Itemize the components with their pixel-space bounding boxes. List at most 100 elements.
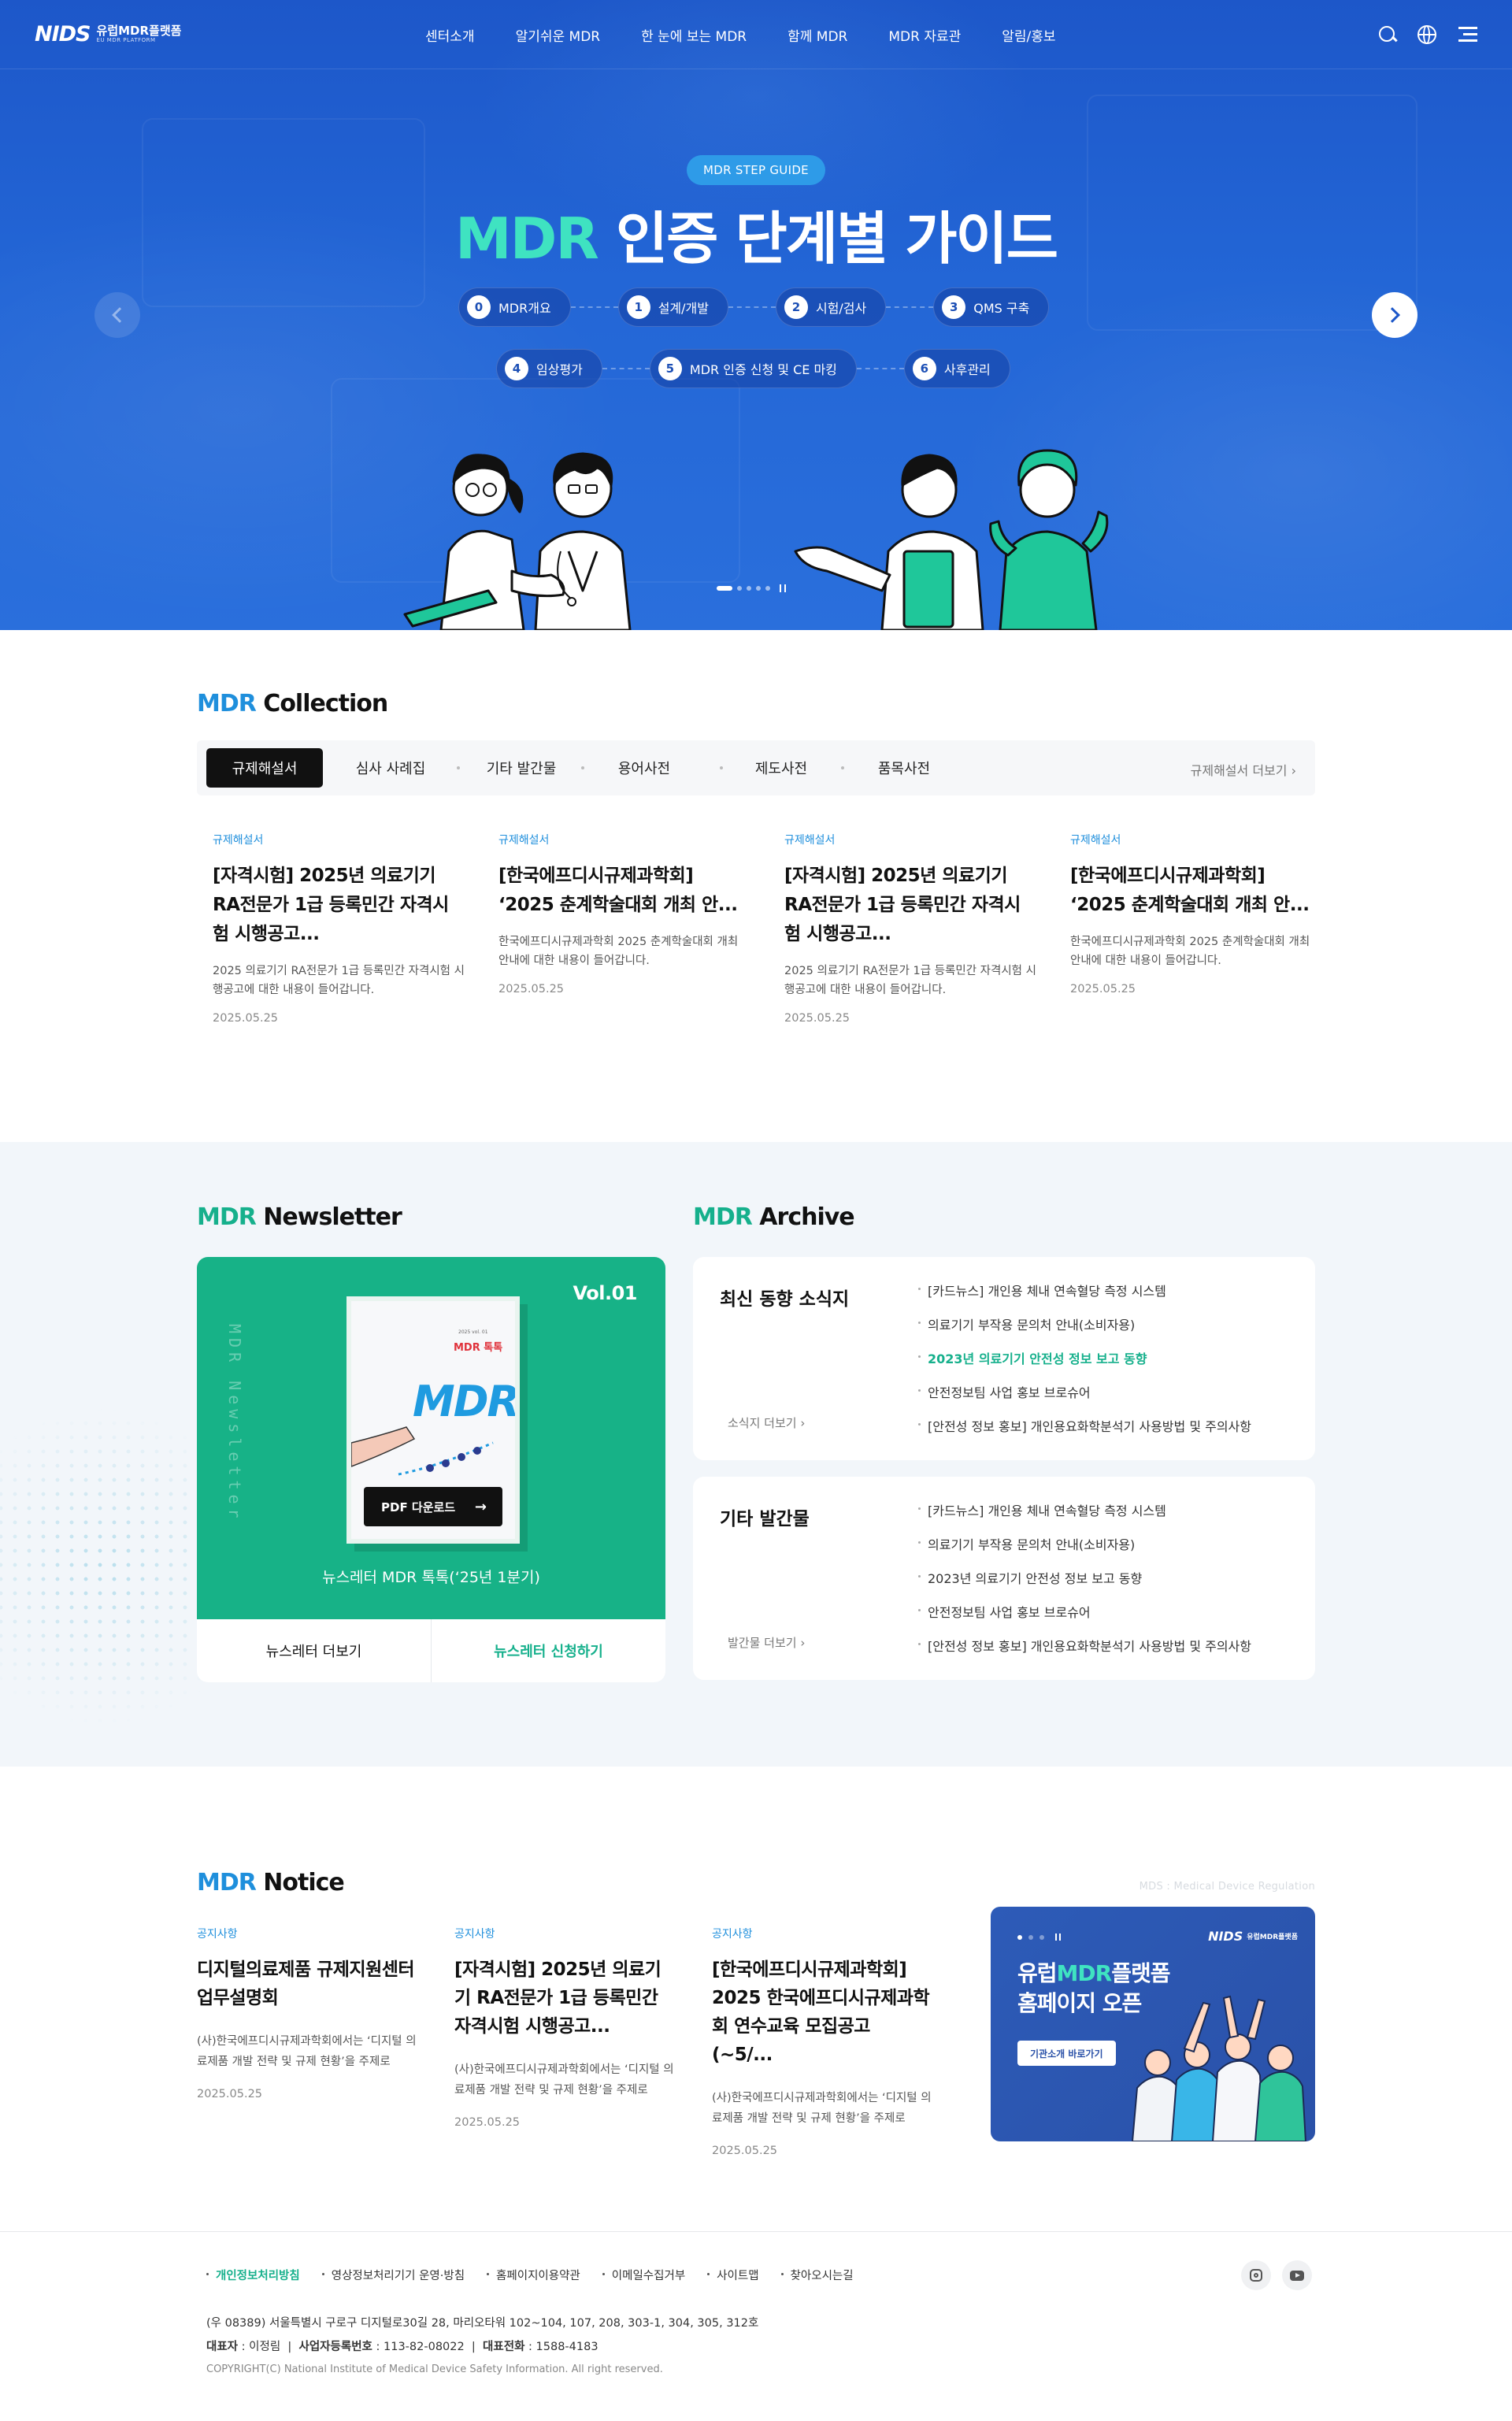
step-connector xyxy=(602,368,650,369)
notice-card[interactable]: 공지사항 [자격시험] 2025년 의료기기 RA전문가 1급 등록민간 자격시… xyxy=(454,1926,676,2129)
step-4[interactable]: 4 임상평가 xyxy=(496,349,602,388)
step-5[interactable]: 5 MDR 인증 신청 및 CE 마킹 xyxy=(649,349,857,388)
archive-box-trends: 최신 동향 소식지 소식지 더보기 › [카드뉴스] 개인용 체내 연속혈당 측… xyxy=(693,1257,1315,1460)
pdf-download-button[interactable]: PDF 다운로드 → xyxy=(364,1487,502,1526)
slide-prev-button[interactable] xyxy=(94,292,140,338)
pager-dot-active[interactable] xyxy=(717,586,732,591)
footer-link-email-refusal[interactable]: 이메일수집거부 xyxy=(602,2267,685,2283)
cover-title: MDR 톡톡 xyxy=(454,1342,503,1354)
footer-link-sitemap[interactable]: 사이트맵 xyxy=(707,2267,759,2283)
doctors-illustration-right xyxy=(794,449,1109,630)
collection-card[interactable]: 규제해설서 [한국에프디시규제과학회] ‘2025 춘계학술대회 개최 안...… xyxy=(1070,832,1322,995)
tab-case-studies[interactable]: 심사 사례집 xyxy=(351,748,430,788)
global-navigation: NIDS 유럽MDR플랫폼 EU MDR PLATFORM 센터소개 알기쉬운 … xyxy=(0,0,1512,69)
newsletter-subscribe-button[interactable]: 뉴스레터 신청하기 xyxy=(431,1619,665,1682)
archive-list-item[interactable]: 안전정보팀 사업 홍보 브로슈어 xyxy=(918,1382,1251,1416)
step-connector xyxy=(570,306,618,308)
banner-about-button[interactable]: 기관소개 바로가기 xyxy=(1017,2041,1116,2066)
pager-dot[interactable] xyxy=(1040,1934,1044,1940)
mdr-notice-section: MDR Notice MDS : Medical Device Regulati… xyxy=(0,1767,1512,2231)
pager-dot[interactable] xyxy=(765,586,770,591)
card-category: 규제해설서 xyxy=(213,834,264,847)
archive-more-link[interactable]: 소식지 더보기 › xyxy=(728,1414,805,1431)
notice-card[interactable]: 공지사항 [한국에프디시규제과학회] 2025 한국에프디시규제과학회 연수교육… xyxy=(712,1926,934,2157)
hamburger-menu-icon[interactable] xyxy=(1455,24,1477,46)
menu-item-easy-mdr[interactable]: 알기쉬운 MDR xyxy=(516,25,601,45)
card-title: [자격시험] 2025년 의료기기 RA전문가 1급 등록민간 자격시험 시행공… xyxy=(784,866,1021,944)
platform-open-banner[interactable]: NIDS 유럽MDR플랫폼 유럽MDR플랫폼 홈페이지 오픈 기관소개 바로가기 xyxy=(991,1907,1315,2141)
hero-badge: MDR STEP GUIDE xyxy=(687,155,825,185)
card-date: 2025.05.25 xyxy=(498,983,565,995)
archive-list-item[interactable]: 의료기기 부작용 문의처 안내(소비자용) xyxy=(918,1534,1251,1568)
step-connector xyxy=(886,306,934,308)
menu-item-center[interactable]: 센터소개 xyxy=(425,25,475,45)
footer-link-directions[interactable]: 찾아오시는길 xyxy=(780,2267,854,2283)
youtube-button[interactable] xyxy=(1282,2260,1312,2290)
card-description: (사)한국에프디시규제과학회에서는 ‘디지털 의료제품 개발 전략 및 규제 현… xyxy=(197,2035,417,2068)
collection-more-link[interactable]: 규제해설서 더보기 › xyxy=(1191,760,1296,779)
globe-icon[interactable] xyxy=(1418,25,1436,44)
archive-more-link[interactable]: 발간물 더보기 › xyxy=(728,1634,805,1651)
menu-item-mdr-overview[interactable]: 한 눈에 보는 MDR xyxy=(641,25,747,45)
step-6[interactable]: 6 사후관리 xyxy=(903,349,1010,388)
instagram-icon xyxy=(1250,2269,1262,2282)
menu-item-archive[interactable]: MDR 자료관 xyxy=(888,25,961,45)
archive-list-item[interactable]: [안전성 정보 홍보] 개인용요화학분석기 사용방법 및 주의사항 xyxy=(918,1416,1251,1450)
hero-banner: NIDS 유럽MDR플랫폼 EU MDR PLATFORM 센터소개 알기쉬운 … xyxy=(0,0,1512,630)
search-icon[interactable] xyxy=(1377,24,1399,46)
pager-dot[interactable] xyxy=(1028,1934,1033,1940)
collection-card[interactable]: 규제해설서 [자격시험] 2025년 의료기기 RA전문가 1급 등록민간 자격… xyxy=(213,832,465,1025)
footer-link-terms[interactable]: 홈페이지이용약관 xyxy=(487,2267,580,2283)
pause-icon[interactable] xyxy=(780,584,786,592)
step-2[interactable]: 2 시험/검사 xyxy=(775,287,887,327)
instagram-button[interactable] xyxy=(1241,2260,1271,2290)
tab-regulation-guide[interactable]: 규제해설서 xyxy=(206,748,323,788)
collection-card[interactable]: 규제해설서 [한국에프디시규제과학회] ‘2025 춘계학술대회 개최 안...… xyxy=(498,832,750,995)
archive-list-item[interactable]: [카드뉴스] 개인용 체내 연속혈당 측정 시스템 xyxy=(918,1281,1251,1314)
slide-next-button[interactable] xyxy=(1372,292,1418,338)
hero-title: MDR 인증 단계별 가이드 xyxy=(455,206,1058,272)
newsletter-archive-section: MDR Newsletter MDR Archive Vol.01 MDR Ne… xyxy=(0,1142,1512,1767)
footer-link-privacy[interactable]: 개인정보처리방침 xyxy=(206,2267,300,2283)
notice-tagline: MDS : Medical Device Regulation xyxy=(1139,1881,1315,1893)
archive-list-item[interactable]: [안전성 정보 홍보] 개인용요화학분석기 사용방법 및 주의사항 xyxy=(918,1636,1251,1670)
footer-business-info: 대표자 : 이정림 | 사업자등록번호 : 113-82-08022 | 대표전… xyxy=(206,2341,598,2353)
cover-issue: 2025 vol. 01 xyxy=(458,1329,488,1335)
footer-copyright: COPYRIGHT(C) National Institute of Medic… xyxy=(206,2364,663,2375)
newsletter-more-button[interactable]: 뉴스레터 더보기 xyxy=(197,1619,431,1682)
tab-divider xyxy=(720,766,723,769)
card-date: 2025.05.25 xyxy=(712,2145,778,2157)
tab-item-dictionary[interactable]: 품목사전 xyxy=(865,748,943,788)
menu-item-notice[interactable]: 알림/홍보 xyxy=(1002,25,1055,45)
pager-dot[interactable] xyxy=(737,586,742,591)
slide-pager[interactable] xyxy=(717,584,786,592)
pager-dot[interactable] xyxy=(756,586,761,591)
step-1[interactable]: 1 설계/개발 xyxy=(617,287,728,327)
card-title: [한국에프디시규제과학회] ‘2025 춘계학술대회 개최 안... xyxy=(1070,866,1310,915)
tab-other-publications[interactable]: 기타 발간물 xyxy=(482,748,561,788)
pager-dot[interactable] xyxy=(747,586,751,591)
archive-list-item[interactable]: 2023년 의료기기 안전성 정보 보고 동향 xyxy=(918,1348,1251,1382)
footer-address: (우 08389) 서울특별시 구로구 디지털로30길 28, 마리오타워 10… xyxy=(206,2317,759,2330)
card-category: 공지사항 xyxy=(712,1928,753,1941)
card-title: 디지털의료제품 규제지원센터 업무설명회 xyxy=(197,1959,415,2008)
archive-list-item[interactable]: 2023년 의료기기 안전성 정보 보고 동향 xyxy=(918,1568,1251,1602)
archive-list-item[interactable]: [카드뉴스] 개인용 체내 연속혈당 측정 시스템 xyxy=(918,1500,1251,1534)
pager-dot-active[interactable] xyxy=(1017,1934,1022,1940)
menu-item-together[interactable]: 함께 MDR xyxy=(788,25,847,45)
step-3[interactable]: 3 QMS 구축 xyxy=(933,287,1050,327)
footer-link-cctv-policy[interactable]: 영상정보처리기기 운영·방침 xyxy=(321,2267,465,2283)
card-category: 규제해설서 xyxy=(784,834,836,847)
pause-icon[interactable] xyxy=(1055,1933,1061,1941)
archive-list-item[interactable]: 의료기기 부작용 문의처 안내(소비자용) xyxy=(918,1314,1251,1348)
site-logo[interactable]: NIDS 유럽MDR플랫폼 EU MDR PLATFORM xyxy=(35,22,181,46)
step-0[interactable]: 0 MDR개요 xyxy=(458,287,571,327)
notice-card[interactable]: 공지사항 디지털의료제품 규제지원센터 업무설명회 (사)한국에프디시규제과학회… xyxy=(197,1926,419,2100)
tab-system-dictionary[interactable]: 제도사전 xyxy=(742,748,821,788)
collection-card[interactable]: 규제해설서 [자격시험] 2025년 의료기기 RA전문가 1급 등록민간 자격… xyxy=(784,832,1036,1025)
banner-pager[interactable] xyxy=(1017,1933,1061,1941)
tab-glossary[interactable]: 용어사전 xyxy=(605,748,684,788)
card-description: (사)한국에프디시규제과학회에서는 ‘디지털 의료제품 개발 전략 및 규제 현… xyxy=(454,2063,674,2097)
tab-divider xyxy=(457,766,460,769)
archive-list-item[interactable]: 안전정보팀 사업 홍보 브로슈어 xyxy=(918,1602,1251,1636)
